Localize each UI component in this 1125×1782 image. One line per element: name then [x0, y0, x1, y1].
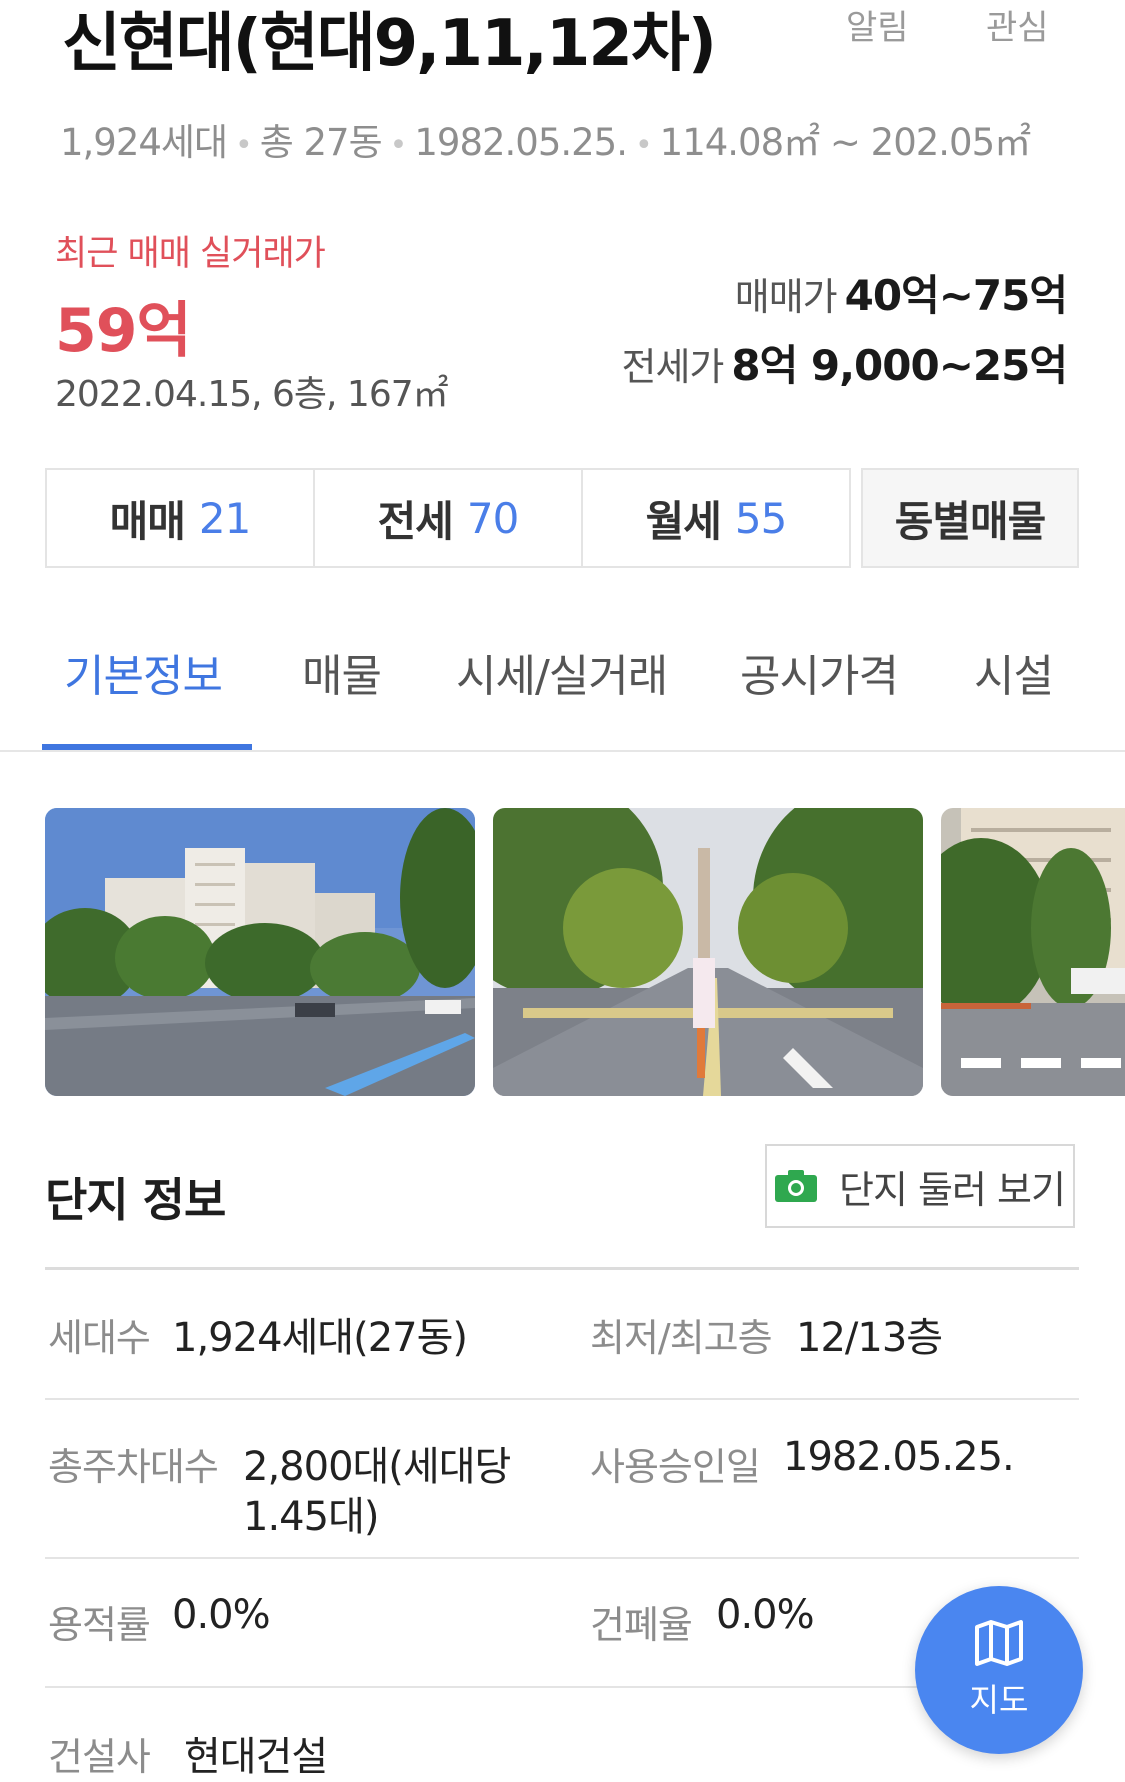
- tab-official-price[interactable]: 공시가격: [740, 640, 899, 704]
- floors-label: 최저/최고층: [590, 1316, 773, 1360]
- monthly-listings-button[interactable]: 월세 55: [581, 468, 851, 568]
- sale-price-range: 매매가 40억~75억: [734, 262, 1068, 323]
- complex-photo-1[interactable]: [45, 808, 475, 1096]
- tab-basic-info[interactable]: 기본정보: [64, 640, 223, 704]
- jeonse-price-label: 전세가: [621, 345, 724, 389]
- building-count: 총 27동: [259, 121, 383, 164]
- jeonse-listings-count: 70: [466, 493, 519, 543]
- floor-area-ratio-value: 0.0%: [172, 1592, 271, 1638]
- sale-listings-count: 21: [198, 493, 251, 543]
- listing-counts: 매매 21 전세 70 월세 55 동별매물: [45, 468, 1079, 568]
- jeonse-listings-label: 전세: [377, 496, 454, 546]
- tab-price-trades[interactable]: 시세/실거래: [456, 640, 668, 704]
- sale-listings-label: 매매: [109, 496, 186, 546]
- map-button[interactable]: 지도: [915, 1586, 1083, 1754]
- page-title: 신현대(현대9,11,12차): [62, 7, 717, 81]
- map-icon: [975, 1620, 1023, 1666]
- recent-trade-price: 59억: [55, 296, 192, 366]
- section-title: 단지 정보: [45, 1173, 226, 1227]
- complex-tour-label: 단지 둘러 보기: [839, 1167, 1066, 1212]
- tab-listings[interactable]: 매물: [302, 640, 382, 704]
- building-coverage-value: 0.0%: [716, 1592, 815, 1638]
- tab-facilities[interactable]: 시설: [974, 640, 1054, 704]
- recent-trade-label: 최근 매매 실거래가: [55, 234, 326, 274]
- monthly-listings-count: 55: [734, 493, 787, 543]
- area-range: 114.08㎡ ~ 202.05㎡: [659, 121, 1031, 164]
- households-value: 1,924세대(27동): [172, 1315, 468, 1361]
- sale-price-value: 40억~75억: [844, 271, 1068, 320]
- jeonse-price-value: 8억 9,000~25억: [731, 341, 1068, 390]
- active-tab-indicator: [42, 744, 252, 750]
- approval-value: 1982.05.25.: [783, 1434, 1015, 1480]
- complex-summary: 1,924세대 • 총 27동 • 1982.05.25. • 114.08㎡ ~ 202.…: [60, 121, 1031, 164]
- floors-value: 12/13층: [796, 1315, 943, 1361]
- floor-area-ratio-label: 용적률: [48, 1603, 151, 1647]
- sale-price-label: 매매가: [734, 275, 838, 319]
- tab-bar: 기본정보 매물 시세/실거래 공시가격 시설: [0, 640, 1125, 752]
- map-button-label: 지도: [969, 1681, 1029, 1719]
- sale-listings-button[interactable]: 매매 21: [45, 468, 315, 568]
- divider: [45, 1267, 1079, 1270]
- complex-photo-2[interactable]: [493, 808, 923, 1096]
- households-count: 1,924세대: [60, 121, 228, 164]
- builder-label: 건설사: [48, 1735, 151, 1779]
- monthly-listings-label: 월세: [645, 496, 722, 546]
- by-building-listings-button[interactable]: 동별매물: [861, 468, 1079, 568]
- favorite-button[interactable]: 관심: [986, 0, 1049, 49]
- approval-label: 사용승인일: [590, 1445, 761, 1489]
- parking-value-line2: 1.45대): [243, 1494, 379, 1540]
- builder-value: 현대건설: [184, 1734, 328, 1780]
- households-label: 세대수: [48, 1316, 151, 1360]
- camera-icon: [775, 1170, 818, 1202]
- recent-trade-detail: 2022.04.15, 6층, 167㎡: [55, 374, 449, 415]
- complex-tour-button[interactable]: 단지 둘러 보기: [765, 1144, 1075, 1228]
- parking-label: 총주차대수: [48, 1445, 219, 1489]
- jeonse-price-range: 전세가 8억 9,000~25억: [621, 332, 1068, 393]
- divider: [45, 1557, 1079, 1559]
- divider: [45, 1398, 1079, 1400]
- alert-button[interactable]: 알림: [846, 0, 909, 49]
- approval-date: 1982.05.25.: [414, 121, 628, 164]
- jeonse-listings-button[interactable]: 전세 70: [313, 468, 583, 568]
- building-coverage-label: 건폐율: [590, 1603, 693, 1647]
- complex-photo-3[interactable]: [941, 808, 1125, 1096]
